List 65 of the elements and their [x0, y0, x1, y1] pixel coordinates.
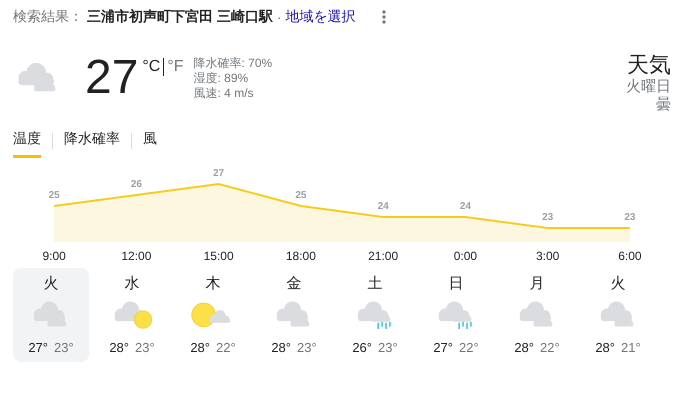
weekday-label: 火	[610, 274, 626, 293]
low-temperature: 23°	[297, 340, 317, 355]
time-label: 12:00	[121, 249, 152, 263]
low-temperature: 22°	[459, 340, 479, 355]
value-label: 23	[624, 212, 636, 223]
tab[interactable]: 温度	[13, 124, 41, 158]
day-forecast[interactable]: 火 27° 23°	[13, 268, 89, 362]
high-temperature: 28°	[595, 340, 615, 355]
time-label: 18:00	[286, 249, 316, 263]
value-label: 23	[542, 212, 554, 223]
weekday-label: 木	[206, 274, 220, 293]
time-label: 0:00	[454, 249, 478, 263]
time-label: 15:00	[204, 249, 234, 263]
weather-detail: 風速: 4 m/s	[194, 86, 255, 101]
time-label: 3:00	[536, 249, 560, 263]
weekday-label: 火	[44, 274, 58, 293]
weather-detail: 湿度: 89%	[194, 71, 250, 86]
weekday-label: 金	[286, 274, 302, 293]
low-temperature: 22°	[540, 340, 560, 355]
separator: ·	[276, 9, 282, 25]
day-forecast[interactable]: 火 28° 21°	[580, 268, 656, 362]
day-name: 火曜日	[626, 78, 671, 96]
condition-text: 曇	[656, 96, 671, 114]
weather-title: 天気	[627, 52, 671, 78]
tab[interactable]: 風	[143, 124, 157, 158]
value-label: 24	[460, 201, 471, 212]
value-label: 26	[130, 179, 142, 190]
day-forecast[interactable]: 木 28° 22°	[175, 268, 251, 362]
weekday-label: 月	[530, 274, 544, 293]
high-temperature: 28°	[109, 340, 129, 355]
day-forecast[interactable]: 月 28° 22°	[499, 268, 575, 362]
low-temperature: 23°	[378, 340, 398, 355]
weekday-label: 土	[368, 274, 382, 293]
high-temperature: 27°	[433, 340, 453, 355]
value-label: 24	[378, 201, 389, 212]
current-temperature: 27	[85, 52, 138, 104]
weather-detail: 降水確率: 70%	[194, 56, 272, 71]
low-temperature: 22°	[216, 340, 236, 355]
time-label: 21:00	[368, 249, 398, 263]
weekday-label: 水	[124, 274, 140, 293]
time-label: 6:00	[618, 249, 642, 263]
low-temperature: 21°	[621, 340, 641, 355]
high-temperature: 27°	[28, 340, 48, 355]
high-temperature: 26°	[352, 340, 372, 355]
day-forecast[interactable]: 金 28° 23°	[256, 268, 332, 362]
high-temperature: 28°	[514, 340, 534, 355]
unit-toggle[interactable]: °F	[167, 58, 184, 76]
day-forecast[interactable]: 日 27° 22°	[418, 268, 494, 362]
search-result-label: 検索結果：	[13, 8, 83, 26]
select-region-link[interactable]: 地域を選択	[286, 8, 356, 26]
day-forecast[interactable]: 水 28° 23°	[94, 268, 170, 362]
value-label: 27	[213, 168, 224, 179]
day-forecast[interactable]: 土 26° 23°	[337, 268, 413, 362]
time-label: 9:00	[42, 249, 66, 263]
low-temperature: 23°	[135, 340, 155, 355]
location-name: 三浦市初声町下宮田 三崎口駅	[87, 8, 273, 26]
weekday-label: 日	[448, 274, 464, 293]
high-temperature: 28°	[271, 340, 291, 355]
high-temperature: 28°	[190, 340, 210, 355]
unit-toggle[interactable]: °C	[142, 58, 160, 76]
more-options-icon[interactable]	[382, 10, 386, 24]
value-label: 25	[295, 190, 306, 201]
low-temperature: 23°	[54, 340, 74, 355]
value-label: 25	[48, 190, 60, 201]
tab[interactable]: 降水確率	[64, 124, 120, 158]
